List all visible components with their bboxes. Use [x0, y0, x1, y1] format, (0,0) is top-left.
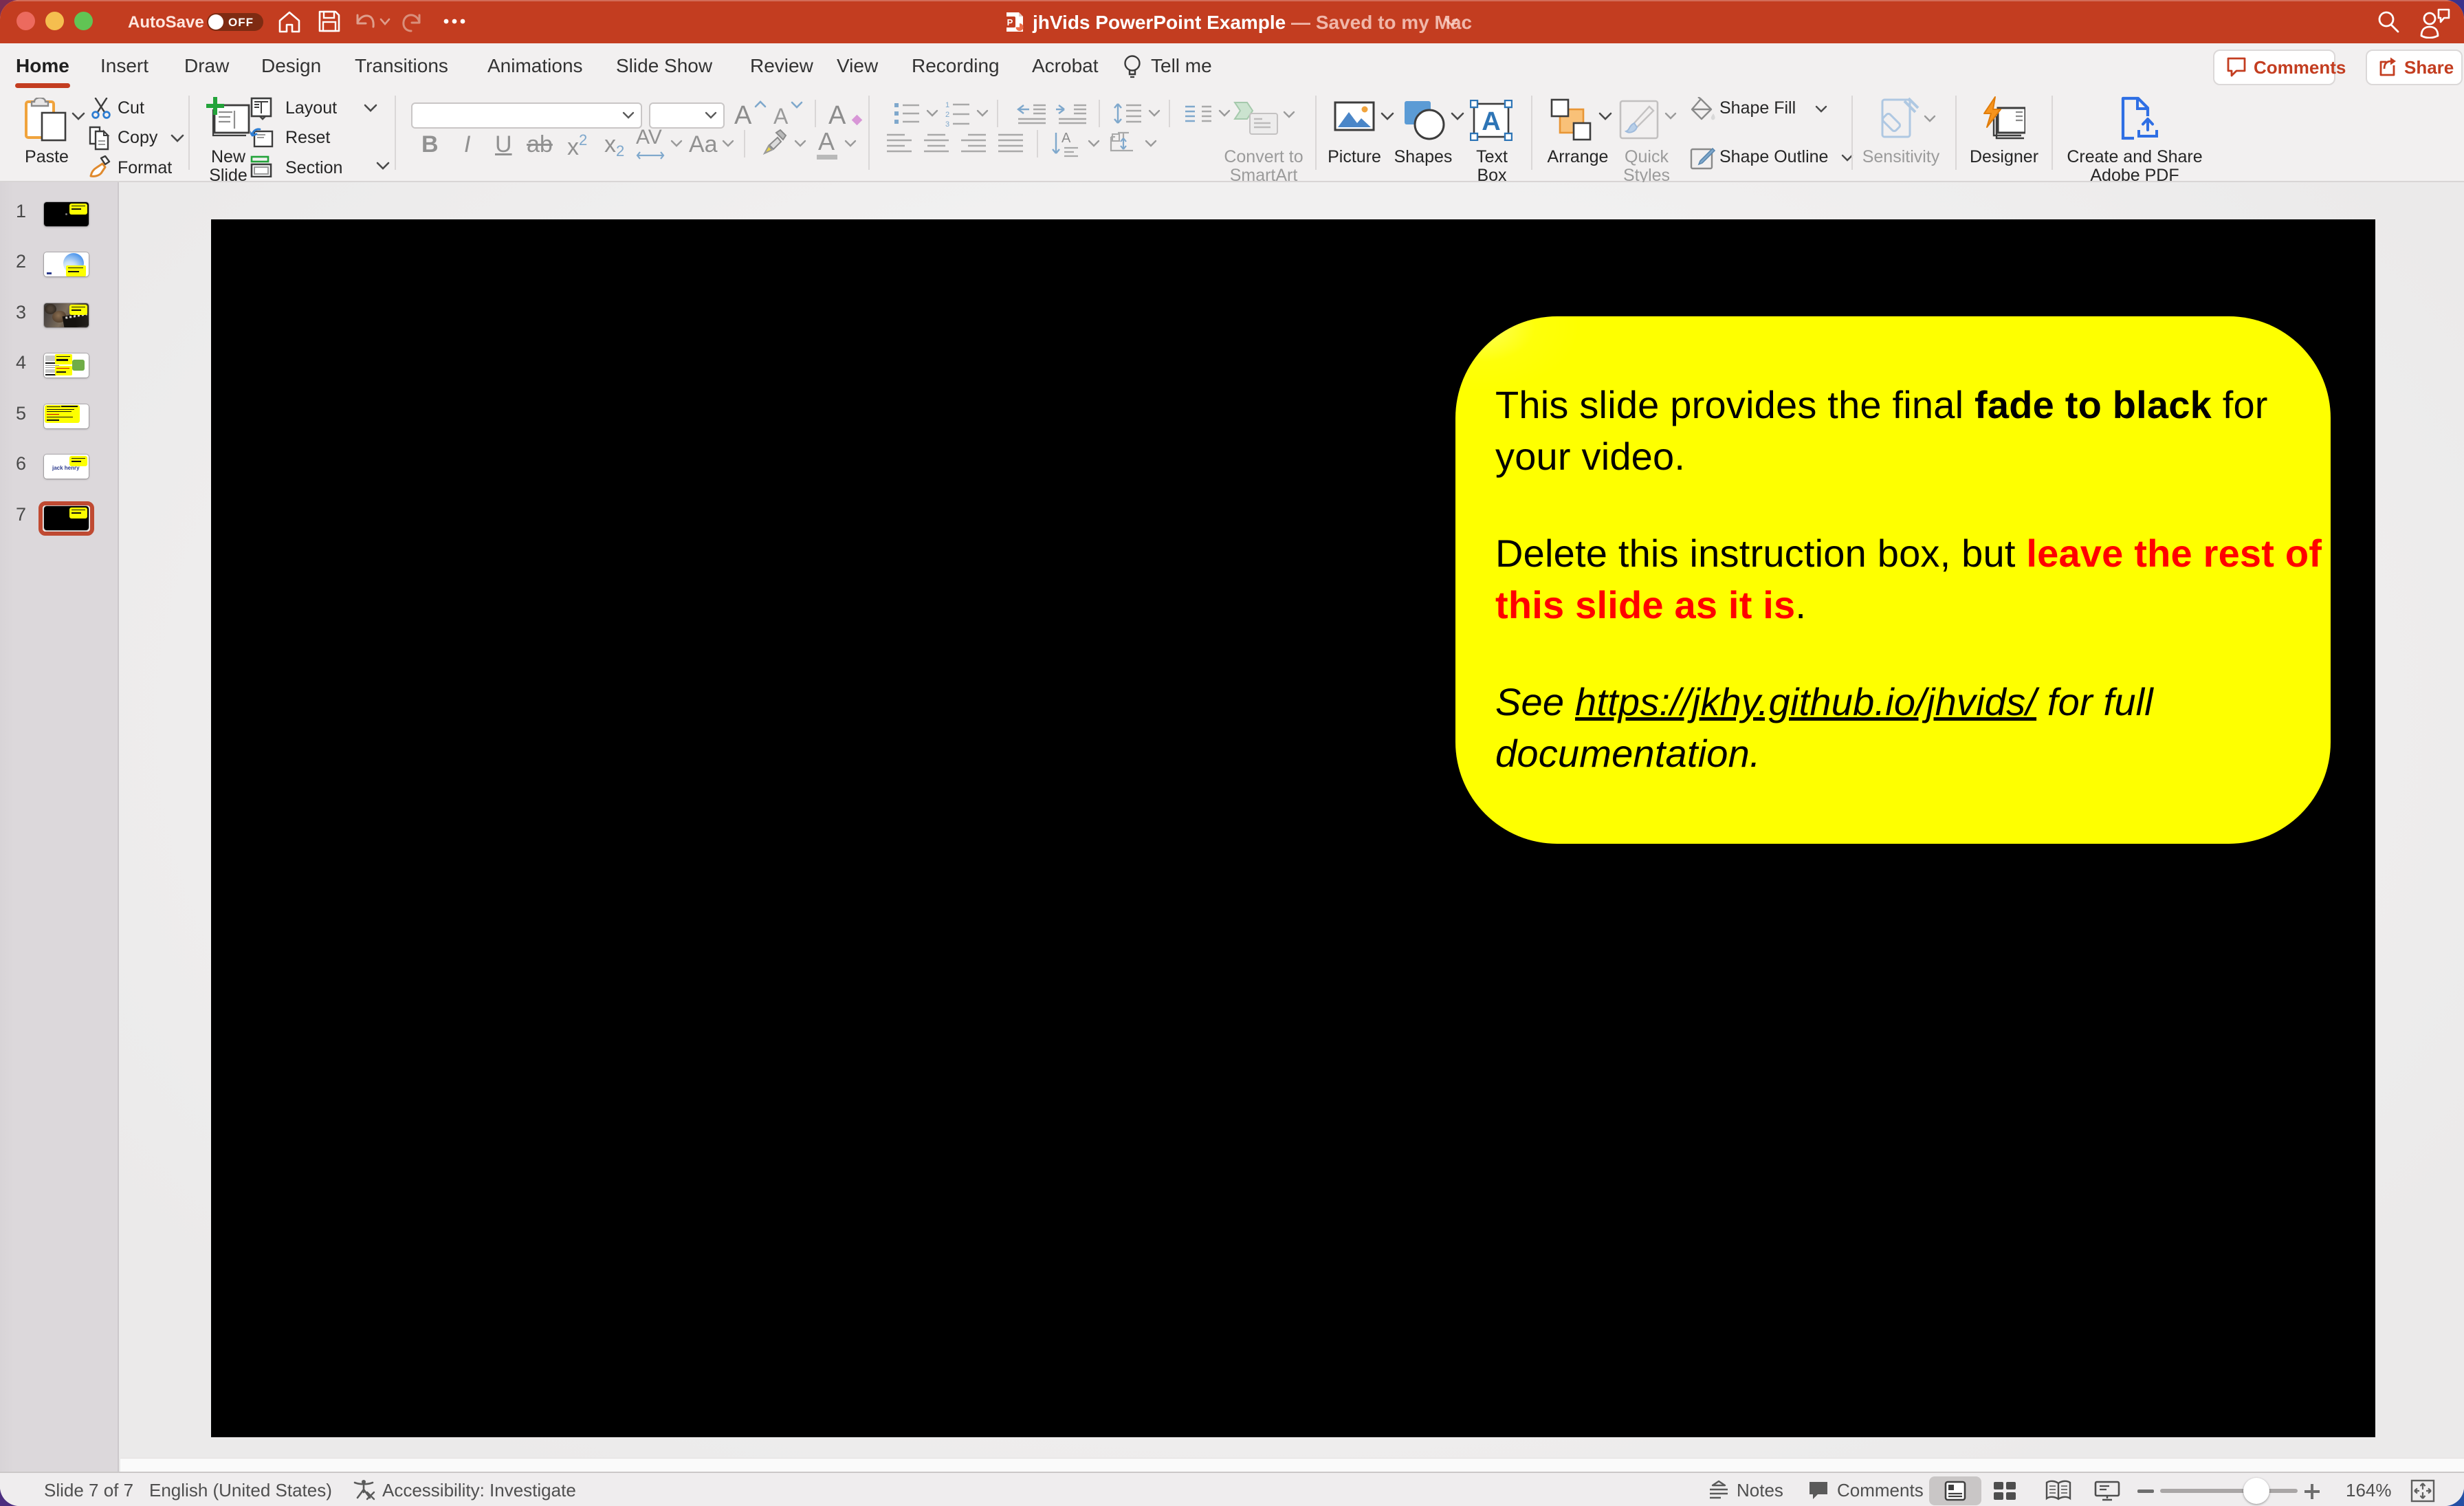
- svg-text:3: 3: [945, 120, 949, 127]
- svg-text:1: 1: [945, 101, 949, 109]
- svg-text:P: P: [1007, 17, 1013, 28]
- svg-text:A: A: [1482, 107, 1500, 136]
- svg-text:2: 2: [945, 111, 949, 119]
- svg-text:A: A: [1062, 131, 1071, 146]
